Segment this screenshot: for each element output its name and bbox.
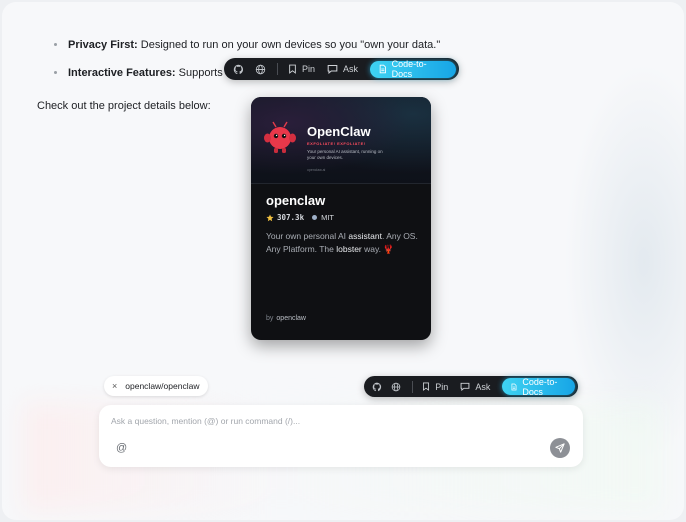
- feature-text: Designed to run on your own devices so y…: [137, 39, 441, 51]
- owner-name[interactable]: openclaw: [276, 315, 306, 322]
- ask-label: Ask: [475, 381, 491, 392]
- repo-owner: by openclaw: [266, 315, 306, 322]
- lobster-mascot-icon: [264, 121, 296, 153]
- repo-banner: OpenClaw EXFOLIATE! EXFOLIATE! Your pers…: [251, 97, 431, 184]
- chat-icon: [460, 382, 470, 391]
- license-dot-icon: [312, 215, 318, 220]
- ask-button[interactable]: Ask: [327, 64, 358, 74]
- description-highlight: lobster: [336, 244, 362, 254]
- message-input[interactable]: [111, 414, 551, 428]
- close-icon[interactable]: ×: [112, 381, 117, 391]
- mention-button[interactable]: @: [116, 442, 127, 454]
- send-icon: [555, 443, 565, 453]
- banner-tagline: EXFOLIATE! EXFOLIATE!: [307, 141, 366, 146]
- toolbar-divider: [276, 63, 278, 75]
- banner-title: OpenClaw: [307, 124, 371, 139]
- globe-icon[interactable]: [391, 380, 402, 394]
- document-icon: [511, 383, 517, 390]
- pin-label: Pin: [435, 381, 449, 392]
- ask-label: Ask: [342, 64, 358, 74]
- pin-button[interactable]: Pin: [288, 64, 315, 74]
- by-label: by: [266, 315, 274, 322]
- star-count: 307.3k: [277, 213, 305, 222]
- send-button[interactable]: [550, 438, 570, 458]
- feature-title: Interactive Features:: [68, 67, 176, 79]
- repo-name: openclaw: [266, 193, 326, 208]
- chat-page: Privacy First: Designed to run on your o…: [2, 2, 684, 520]
- code-to-docs-button[interactable]: Code-to-Docs: [369, 59, 456, 79]
- banner-description: Your personal AI assistant, running on y…: [307, 149, 383, 160]
- repo-stats: 307.3k MIT: [266, 213, 334, 222]
- chat-composer: @: [99, 405, 583, 467]
- repo-description: Your own personal AI assistant. Any OS. …: [266, 230, 422, 256]
- description-text: way. 🦞: [361, 244, 394, 254]
- document-icon: [379, 64, 386, 74]
- star-icon: [266, 213, 274, 221]
- description-highlight: assistant: [348, 231, 382, 241]
- globe-icon[interactable]: [253, 62, 266, 76]
- github-icon[interactable]: [372, 380, 383, 394]
- details-text: Check out the project details below:: [37, 100, 211, 112]
- feature-title: Privacy First:: [68, 39, 138, 51]
- pin-button[interactable]: Pin: [422, 382, 448, 392]
- banner-url: openclaw.ai: [307, 168, 326, 172]
- pin-icon: [423, 382, 430, 391]
- code-to-docs-button[interactable]: Code-to-Docs: [502, 376, 575, 397]
- chip-label: openclaw/openclaw: [125, 381, 200, 391]
- description-text: Your own personal AI: [266, 231, 349, 241]
- github-icon[interactable]: [232, 62, 245, 76]
- selection-toolbar-bottom: Pin Ask Code-to-Docs: [364, 376, 578, 397]
- ask-button[interactable]: Ask: [460, 382, 490, 392]
- chat-icon: [327, 64, 338, 74]
- pin-icon: [289, 64, 296, 74]
- repo-card[interactable]: OpenClaw EXFOLIATE! EXFOLIATE! Your pers…: [251, 97, 431, 340]
- context-chip: × openclaw/openclaw: [104, 376, 209, 396]
- code-to-docs-label: Code-to-Docs: [391, 59, 427, 79]
- pin-label: Pin: [301, 64, 315, 74]
- toolbar-divider: [411, 380, 413, 393]
- code-to-docs-label: Code-to-Docs: [522, 376, 558, 397]
- license-label: MIT: [321, 213, 335, 222]
- selection-toolbar-top: Pin Ask Code-to-Docs: [224, 58, 459, 80]
